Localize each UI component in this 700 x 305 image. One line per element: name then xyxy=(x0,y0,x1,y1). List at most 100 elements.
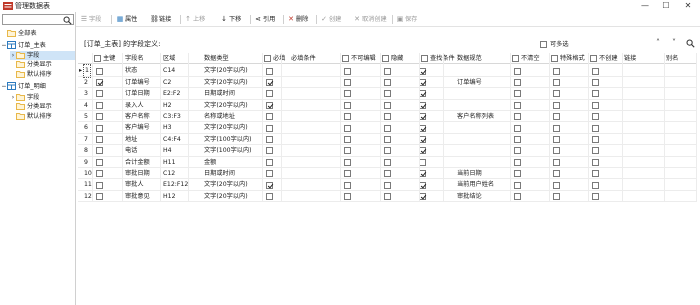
move-down-button[interactable]: ↓ 下移 xyxy=(220,14,241,25)
special-checkbox[interactable] xyxy=(553,192,560,200)
lookup-checkbox[interactable] xyxy=(419,113,426,121)
not-create-checkbox[interactable] xyxy=(592,101,599,109)
range-cell[interactable]: H2 xyxy=(163,100,190,111)
not-editable-checkbox[interactable] xyxy=(344,124,351,132)
not-empty-checkbox[interactable] xyxy=(514,124,521,132)
search-icon[interactable] xyxy=(686,39,695,48)
name-cell[interactable]: 地址 xyxy=(125,134,162,145)
name-cell[interactable]: 审批日期 xyxy=(125,168,162,179)
pk-checkbox[interactable] xyxy=(96,113,103,121)
dtype-cell[interactable]: 文字(100字以内) xyxy=(204,145,264,156)
lookup-checkbox[interactable] xyxy=(419,67,426,75)
not-empty-checkbox[interactable] xyxy=(514,170,521,178)
not-create-checkbox[interactable] xyxy=(592,113,599,121)
not-create-checkbox[interactable] xyxy=(592,181,599,189)
range-cell[interactable]: H4 xyxy=(163,145,190,156)
special-checkbox[interactable] xyxy=(553,135,560,143)
not-empty-checkbox[interactable] xyxy=(514,90,521,98)
hidden-checkbox[interactable] xyxy=(384,78,391,86)
hidden-checkbox[interactable] xyxy=(384,192,391,200)
lookup-checkbox[interactable] xyxy=(419,158,426,166)
column-header-hidden[interactable]: 隐藏 xyxy=(382,53,421,64)
hidden-checkbox[interactable] xyxy=(384,181,391,189)
reference-button[interactable]: ⋖ 引用 xyxy=(254,14,275,25)
tree-search-input[interactable] xyxy=(2,14,74,25)
required-checkbox[interactable] xyxy=(266,67,273,75)
dtype-cell[interactable]: 文字(20字以内) xyxy=(204,122,264,133)
not-empty-checkbox[interactable] xyxy=(514,147,521,155)
special-checkbox[interactable] xyxy=(553,147,560,155)
column-header-chain[interactable]: 链接 xyxy=(624,53,666,64)
range-cell[interactable]: C4:F4 xyxy=(163,134,190,145)
special-checkbox[interactable] xyxy=(553,90,560,98)
dtype-cell[interactable]: 文字(20字以内) xyxy=(204,179,264,190)
range-cell[interactable]: H11 xyxy=(163,157,190,168)
not-editable-checkbox[interactable] xyxy=(344,101,351,109)
special-checkbox[interactable] xyxy=(553,67,560,75)
pk-checkbox[interactable] xyxy=(96,170,103,178)
pk-checkbox[interactable] xyxy=(96,78,103,86)
not-create-checkbox[interactable] xyxy=(592,90,599,98)
column-header-dtype[interactable]: 数据类型 xyxy=(190,53,264,64)
not-empty-checkbox[interactable] xyxy=(514,113,521,121)
name-cell[interactable]: 客户名称 xyxy=(125,111,162,122)
rule-cell[interactable]: 审批结论 xyxy=(457,191,512,202)
rule-cell[interactable] xyxy=(457,65,512,76)
dtype-cell[interactable]: 文字(20字以内) xyxy=(204,191,264,202)
hidden-checkbox[interactable] xyxy=(384,90,391,98)
lookup-checkbox[interactable] xyxy=(419,135,426,143)
range-cell[interactable]: H3 xyxy=(163,122,190,133)
required-checkbox[interactable] xyxy=(266,124,273,132)
not-editable-checkbox[interactable] xyxy=(344,67,351,75)
tree-node[interactable]: › 字段 xyxy=(10,93,75,102)
column-header-checkbox[interactable] xyxy=(421,55,428,63)
tree-node[interactable]: › 字段 xyxy=(10,50,75,60)
dtype-cell[interactable]: 日期或时间 xyxy=(204,88,264,99)
hidden-checkbox[interactable] xyxy=(384,170,391,178)
table-row[interactable]: 4 录入人 H2 文字(20字以内) xyxy=(78,100,696,111)
not-create-checkbox[interactable] xyxy=(592,158,599,166)
tree-node[interactable]: 分类显示 xyxy=(10,60,75,69)
pk-checkbox[interactable] xyxy=(96,147,103,155)
range-cell[interactable]: C2 xyxy=(163,77,190,88)
delete-button[interactable]: ✕ 删除 xyxy=(287,14,308,25)
hidden-checkbox[interactable] xyxy=(384,158,391,166)
special-checkbox[interactable] xyxy=(553,101,560,109)
pk-checkbox[interactable] xyxy=(96,90,103,98)
save-button[interactable]: ▣ 保存 xyxy=(396,14,418,25)
required-checkbox[interactable] xyxy=(266,192,273,200)
range-cell[interactable]: E12:F12 xyxy=(163,179,190,190)
tree-node[interactable]: 默认排序 xyxy=(10,112,75,121)
not-empty-checkbox[interactable] xyxy=(514,181,521,189)
rule-cell[interactable] xyxy=(457,145,512,156)
name-cell[interactable]: 电话 xyxy=(125,145,162,156)
not-create-checkbox[interactable] xyxy=(592,170,599,178)
pk-checkbox[interactable] xyxy=(96,158,103,166)
table-row[interactable]: 3 订单日期 E2:F2 日期或时间 xyxy=(78,88,696,100)
hidden-checkbox[interactable] xyxy=(384,147,391,155)
pk-checkbox[interactable] xyxy=(96,181,103,189)
required-checkbox[interactable] xyxy=(266,135,273,143)
column-header-pk[interactable]: 主键 xyxy=(94,53,124,64)
table-row[interactable]: 9 合计金额 H11 金额 xyxy=(78,157,696,168)
column-header-checkbox[interactable] xyxy=(342,55,349,63)
not-editable-checkbox[interactable] xyxy=(344,147,351,155)
not-editable-checkbox[interactable] xyxy=(344,181,351,189)
range-cell[interactable]: C3:F3 xyxy=(163,111,190,122)
hidden-checkbox[interactable] xyxy=(384,67,391,75)
name-cell[interactable]: 合计金额 xyxy=(125,157,162,168)
dtype-cell[interactable]: 文字(20字以内) xyxy=(204,100,264,111)
name-cell[interactable]: 状态 xyxy=(125,65,162,76)
required-checkbox[interactable] xyxy=(266,90,273,98)
not-create-checkbox[interactable] xyxy=(592,135,599,143)
column-header-checkbox[interactable] xyxy=(264,55,271,63)
not-editable-checkbox[interactable] xyxy=(344,158,351,166)
column-header-alias[interactable]: 别名 xyxy=(666,53,696,64)
pk-checkbox[interactable] xyxy=(96,192,103,200)
create-button[interactable]: ✓ 创建 xyxy=(320,14,341,25)
special-checkbox[interactable] xyxy=(553,124,560,132)
multi-select-toggle[interactable]: 可多选 xyxy=(540,39,569,48)
column-header-lookup[interactable]: 查找条件 xyxy=(421,53,455,64)
dtype-cell[interactable]: 文字(100字以内) xyxy=(204,134,264,145)
name-cell[interactable]: 订单编号 xyxy=(125,77,162,88)
